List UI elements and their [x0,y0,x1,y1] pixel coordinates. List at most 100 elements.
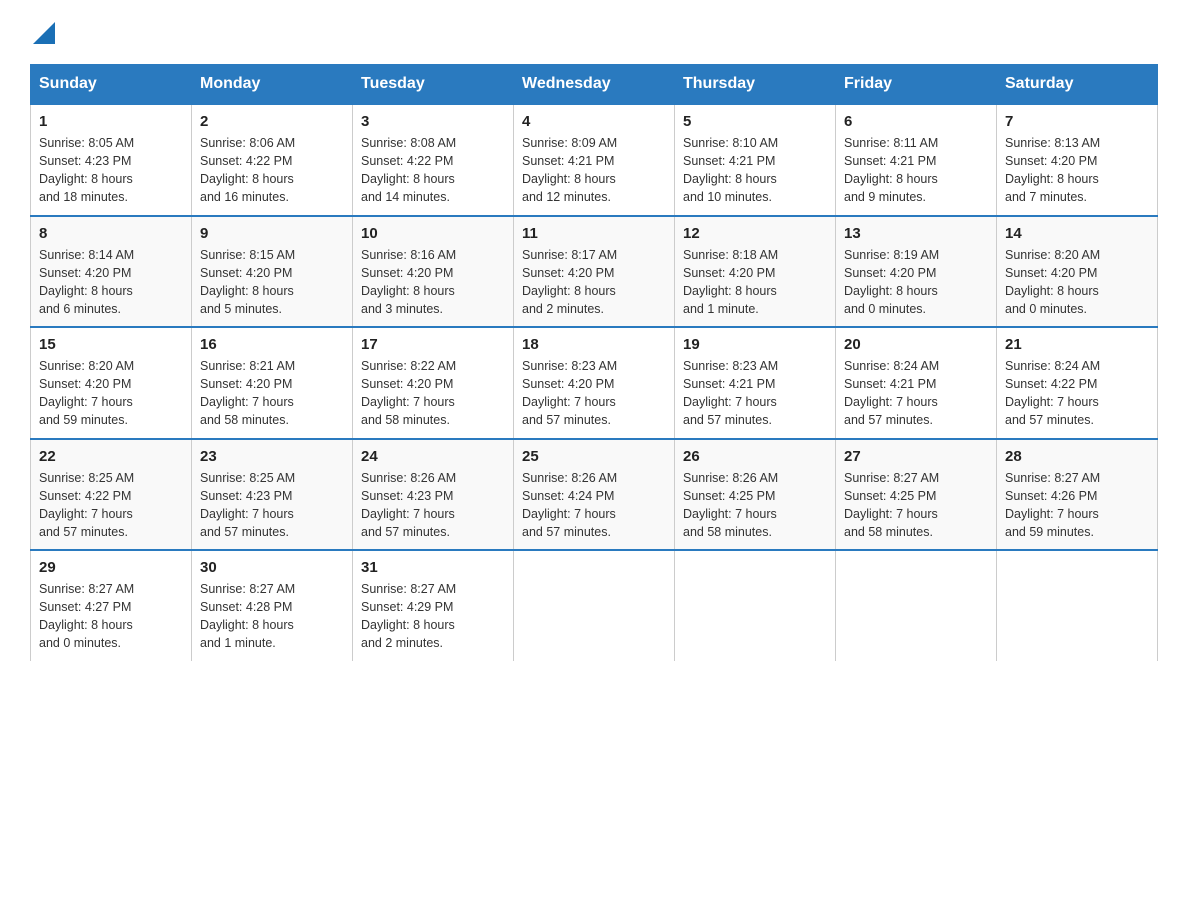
calendar-cell [514,550,675,661]
day-info: Sunrise: 8:06 AMSunset: 4:22 PMDaylight:… [200,136,295,204]
calendar-cell [997,550,1158,661]
day-info: Sunrise: 8:19 AMSunset: 4:20 PMDaylight:… [844,248,939,316]
calendar-cell: 19 Sunrise: 8:23 AMSunset: 4:21 PMDaylig… [675,327,836,439]
logo [30,20,55,44]
day-info: Sunrise: 8:26 AMSunset: 4:25 PMDaylight:… [683,471,778,539]
day-number: 7 [1005,113,1149,130]
day-number: 28 [1005,448,1149,465]
day-number: 1 [39,113,183,130]
day-number: 9 [200,225,344,242]
day-number: 8 [39,225,183,242]
calendar-cell: 22 Sunrise: 8:25 AMSunset: 4:22 PMDaylig… [31,439,192,551]
day-info: Sunrise: 8:27 AMSunset: 4:27 PMDaylight:… [39,582,134,650]
day-number: 26 [683,448,827,465]
calendar-cell: 25 Sunrise: 8:26 AMSunset: 4:24 PMDaylig… [514,439,675,551]
day-number: 27 [844,448,988,465]
day-info: Sunrise: 8:09 AMSunset: 4:21 PMDaylight:… [522,136,617,204]
day-info: Sunrise: 8:11 AMSunset: 4:21 PMDaylight:… [844,136,938,204]
header-monday: Monday [192,65,353,105]
day-info: Sunrise: 8:24 AMSunset: 4:21 PMDaylight:… [844,359,939,427]
day-number: 15 [39,336,183,353]
week-row-5: 29 Sunrise: 8:27 AMSunset: 4:27 PMDaylig… [31,550,1158,661]
day-info: Sunrise: 8:17 AMSunset: 4:20 PMDaylight:… [522,248,617,316]
calendar-cell: 23 Sunrise: 8:25 AMSunset: 4:23 PMDaylig… [192,439,353,551]
calendar-cell: 5 Sunrise: 8:10 AMSunset: 4:21 PMDayligh… [675,104,836,216]
calendar-cell: 8 Sunrise: 8:14 AMSunset: 4:20 PMDayligh… [31,216,192,328]
day-info: Sunrise: 8:05 AMSunset: 4:23 PMDaylight:… [39,136,134,204]
day-info: Sunrise: 8:23 AMSunset: 4:20 PMDaylight:… [522,359,617,427]
day-info: Sunrise: 8:20 AMSunset: 4:20 PMDaylight:… [39,359,134,427]
calendar-cell: 30 Sunrise: 8:27 AMSunset: 4:28 PMDaylig… [192,550,353,661]
day-number: 19 [683,336,827,353]
day-info: Sunrise: 8:08 AMSunset: 4:22 PMDaylight:… [361,136,456,204]
calendar-cell: 1 Sunrise: 8:05 AMSunset: 4:23 PMDayligh… [31,104,192,216]
calendar-cell: 20 Sunrise: 8:24 AMSunset: 4:21 PMDaylig… [836,327,997,439]
header-wednesday: Wednesday [514,65,675,105]
day-number: 29 [39,559,183,576]
calendar-cell: 14 Sunrise: 8:20 AMSunset: 4:20 PMDaylig… [997,216,1158,328]
day-number: 30 [200,559,344,576]
day-number: 21 [1005,336,1149,353]
calendar-cell: 28 Sunrise: 8:27 AMSunset: 4:26 PMDaylig… [997,439,1158,551]
day-info: Sunrise: 8:21 AMSunset: 4:20 PMDaylight:… [200,359,295,427]
calendar-cell: 4 Sunrise: 8:09 AMSunset: 4:21 PMDayligh… [514,104,675,216]
day-number: 20 [844,336,988,353]
calendar-cell: 17 Sunrise: 8:22 AMSunset: 4:20 PMDaylig… [353,327,514,439]
day-info: Sunrise: 8:20 AMSunset: 4:20 PMDaylight:… [1005,248,1100,316]
day-number: 31 [361,559,505,576]
day-number: 22 [39,448,183,465]
day-number: 23 [200,448,344,465]
day-info: Sunrise: 8:14 AMSunset: 4:20 PMDaylight:… [39,248,134,316]
day-info: Sunrise: 8:26 AMSunset: 4:23 PMDaylight:… [361,471,456,539]
calendar-cell: 6 Sunrise: 8:11 AMSunset: 4:21 PMDayligh… [836,104,997,216]
day-number: 25 [522,448,666,465]
calendar-cell: 24 Sunrise: 8:26 AMSunset: 4:23 PMDaylig… [353,439,514,551]
week-row-4: 22 Sunrise: 8:25 AMSunset: 4:22 PMDaylig… [31,439,1158,551]
page-header [30,20,1158,44]
day-info: Sunrise: 8:24 AMSunset: 4:22 PMDaylight:… [1005,359,1100,427]
day-info: Sunrise: 8:13 AMSunset: 4:20 PMDaylight:… [1005,136,1100,204]
day-info: Sunrise: 8:26 AMSunset: 4:24 PMDaylight:… [522,471,617,539]
day-info: Sunrise: 8:10 AMSunset: 4:21 PMDaylight:… [683,136,778,204]
day-number: 12 [683,225,827,242]
calendar-cell: 13 Sunrise: 8:19 AMSunset: 4:20 PMDaylig… [836,216,997,328]
day-info: Sunrise: 8:16 AMSunset: 4:20 PMDaylight:… [361,248,456,316]
calendar-table: SundayMondayTuesdayWednesdayThursdayFrid… [30,64,1158,661]
day-info: Sunrise: 8:23 AMSunset: 4:21 PMDaylight:… [683,359,778,427]
day-number: 18 [522,336,666,353]
day-info: Sunrise: 8:25 AMSunset: 4:23 PMDaylight:… [200,471,295,539]
calendar-cell: 27 Sunrise: 8:27 AMSunset: 4:25 PMDaylig… [836,439,997,551]
day-info: Sunrise: 8:25 AMSunset: 4:22 PMDaylight:… [39,471,134,539]
calendar-cell: 15 Sunrise: 8:20 AMSunset: 4:20 PMDaylig… [31,327,192,439]
calendar-cell: 12 Sunrise: 8:18 AMSunset: 4:20 PMDaylig… [675,216,836,328]
day-info: Sunrise: 8:27 AMSunset: 4:29 PMDaylight:… [361,582,456,650]
calendar-cell: 31 Sunrise: 8:27 AMSunset: 4:29 PMDaylig… [353,550,514,661]
day-number: 4 [522,113,666,130]
header-tuesday: Tuesday [353,65,514,105]
day-number: 3 [361,113,505,130]
day-number: 2 [200,113,344,130]
day-number: 24 [361,448,505,465]
day-number: 13 [844,225,988,242]
day-info: Sunrise: 8:27 AMSunset: 4:26 PMDaylight:… [1005,471,1100,539]
calendar-cell: 16 Sunrise: 8:21 AMSunset: 4:20 PMDaylig… [192,327,353,439]
calendar-cell: 18 Sunrise: 8:23 AMSunset: 4:20 PMDaylig… [514,327,675,439]
calendar-cell: 29 Sunrise: 8:27 AMSunset: 4:27 PMDaylig… [31,550,192,661]
calendar-cell: 2 Sunrise: 8:06 AMSunset: 4:22 PMDayligh… [192,104,353,216]
day-number: 6 [844,113,988,130]
header-saturday: Saturday [997,65,1158,105]
header-friday: Friday [836,65,997,105]
calendar-cell: 7 Sunrise: 8:13 AMSunset: 4:20 PMDayligh… [997,104,1158,216]
day-info: Sunrise: 8:15 AMSunset: 4:20 PMDaylight:… [200,248,295,316]
week-row-1: 1 Sunrise: 8:05 AMSunset: 4:23 PMDayligh… [31,104,1158,216]
day-info: Sunrise: 8:27 AMSunset: 4:25 PMDaylight:… [844,471,939,539]
calendar-cell [675,550,836,661]
calendar-cell: 9 Sunrise: 8:15 AMSunset: 4:20 PMDayligh… [192,216,353,328]
day-number: 17 [361,336,505,353]
day-info: Sunrise: 8:18 AMSunset: 4:20 PMDaylight:… [683,248,778,316]
day-number: 16 [200,336,344,353]
day-info: Sunrise: 8:27 AMSunset: 4:28 PMDaylight:… [200,582,295,650]
calendar-header-row: SundayMondayTuesdayWednesdayThursdayFrid… [31,65,1158,105]
calendar-cell: 3 Sunrise: 8:08 AMSunset: 4:22 PMDayligh… [353,104,514,216]
header-thursday: Thursday [675,65,836,105]
